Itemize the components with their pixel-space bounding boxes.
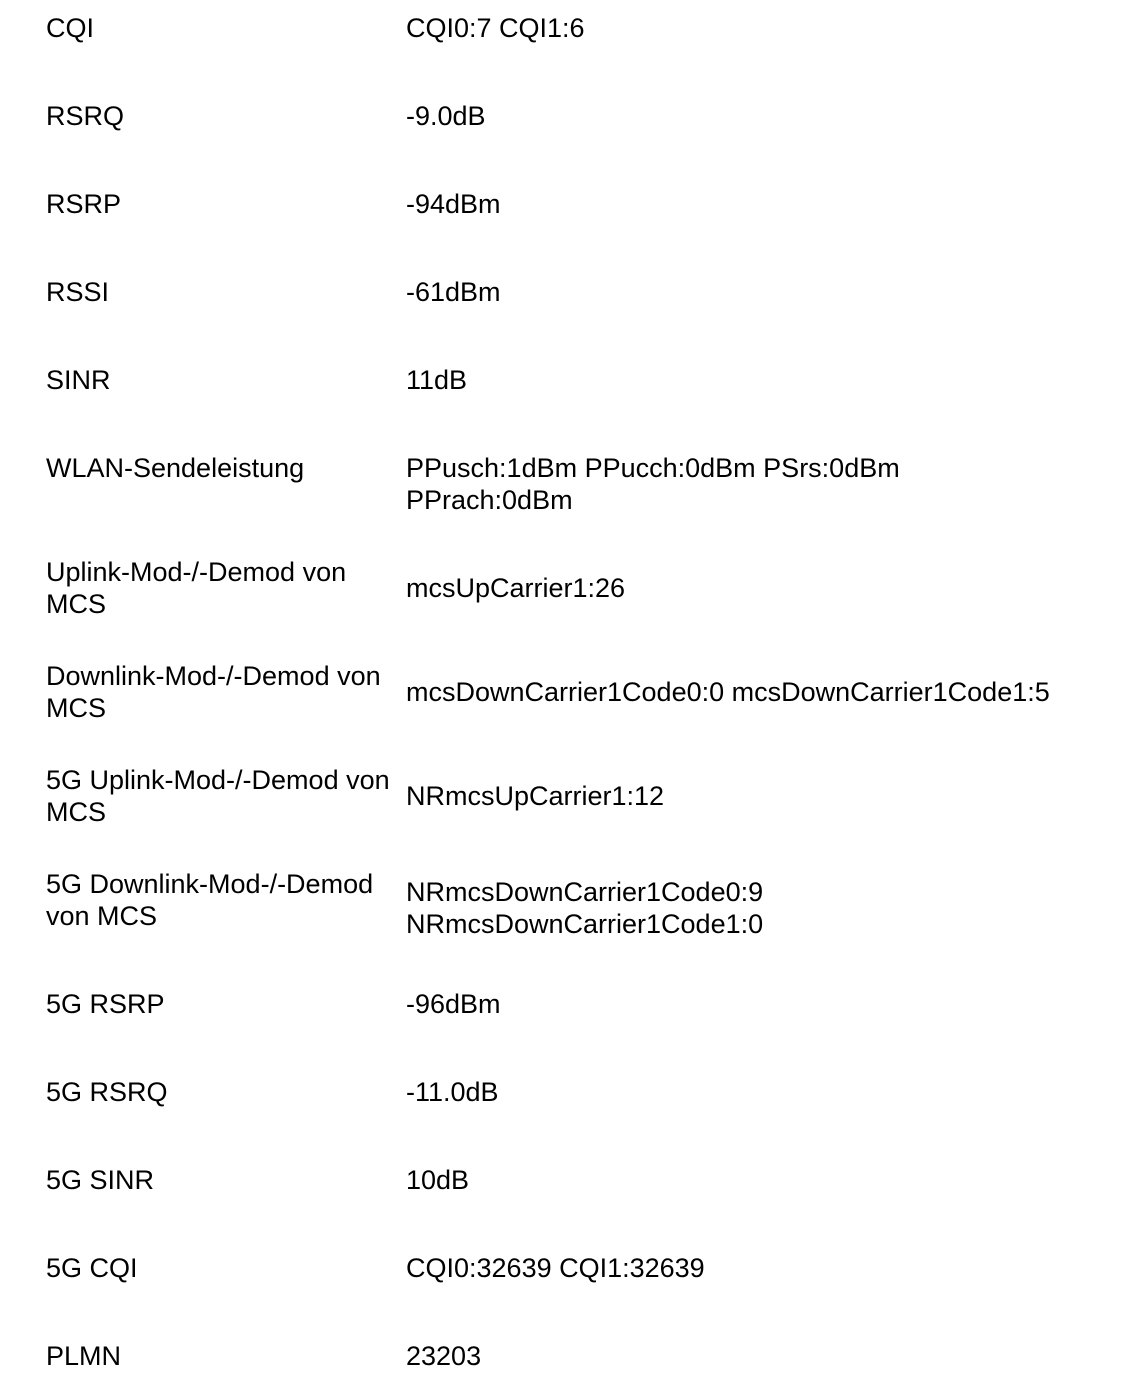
row-label: Uplink-Mod-/-Demod von MCS (46, 557, 347, 619)
row-label: 5G RSRQ (46, 1077, 168, 1107)
row-value: CQI0:7 CQI1:6 (406, 12, 1106, 44)
row-value: mcsDownCarrier1Code0:0 mcsDownCarrier1Co… (406, 676, 1106, 708)
value-line: mcsUpCarrier1:26 (406, 573, 626, 603)
row-value: 23203 (406, 1340, 1106, 1372)
row-label: PLMN (46, 1341, 122, 1371)
table-row: WLAN-Sendeleistung PPusch:1dBm PPucch:0d… (46, 452, 1106, 516)
signal-info-table: CQI CQI0:7 CQI1:6 RSRQ -9.0dB RSRP -94dB… (46, 12, 1106, 1372)
row-label: 5G Downlink-Mod-/-Demod von MCS (46, 869, 374, 931)
row-value: NRmcsDownCarrier1Code0:9 NRmcsDownCarrier… (406, 876, 1106, 940)
value-line: mcsDownCarrier1Code0:0 mcsDownCarrier1Co… (406, 677, 1050, 707)
row-label: RSRQ (46, 101, 125, 131)
value-line: NRmcsDownCarrier1Code0:9 (406, 877, 764, 907)
row-label: 5G CQI (46, 1253, 138, 1283)
row-value: -11.0dB (406, 1076, 1106, 1108)
value-line: -61dBm (406, 277, 501, 307)
value-line: -11.0dB (406, 1077, 499, 1107)
table-row: 5G CQI CQI0:32639 CQI1:32639 (46, 1252, 1106, 1284)
value-line: -94dBm (406, 189, 501, 219)
table-row: 5G Downlink-Mod-/-Demod von MCS NRmcsDow… (46, 868, 1106, 948)
value-line: CQI0:7 CQI1:6 (406, 13, 585, 43)
value-line: NRmcsUpCarrier1:12 (406, 781, 665, 811)
row-value: -9.0dB (406, 100, 1106, 132)
value-line: PPusch:1dBm PPucch:0dBm PSrs:0dBm (406, 453, 900, 483)
row-value: -96dBm (406, 988, 1106, 1020)
table-row: 5G Uplink-Mod-/-Demod von MCS NRmcsUpCar… (46, 764, 1106, 828)
table-row: SINR 11dB (46, 364, 1106, 396)
value-line: 11dB (406, 365, 468, 395)
row-value: PPusch:1dBm PPucch:0dBm PSrs:0dBm PPrach:… (406, 452, 1106, 516)
table-row: Uplink-Mod-/-Demod von MCS mcsUpCarrier1… (46, 556, 1106, 620)
row-label: 5G Uplink-Mod-/-Demod von MCS (46, 765, 390, 827)
value-line: 10dB (406, 1165, 470, 1195)
row-value: 11dB (406, 364, 1106, 396)
row-value: -94dBm (406, 188, 1106, 220)
table-row: Downlink-Mod-/-Demod von MCS mcsDownCarr… (46, 660, 1106, 724)
table-row: PLMN 23203 (46, 1340, 1106, 1372)
row-label: CQI (46, 13, 95, 43)
row-value: NRmcsUpCarrier1:12 (406, 780, 1106, 812)
table-row: RSSI -61dBm (46, 276, 1106, 308)
value-line: PPrach:0dBm (406, 485, 573, 515)
row-label: RSSI (46, 277, 110, 307)
row-label: 5G RSRP (46, 989, 165, 1019)
row-label: RSRP (46, 189, 122, 219)
row-label: WLAN-Sendeleistung (46, 453, 305, 483)
row-label: 5G SINR (46, 1165, 155, 1195)
value-line: 23203 (406, 1341, 482, 1371)
value-line: -96dBm (406, 989, 501, 1019)
table-row: 5G SINR 10dB (46, 1164, 1106, 1196)
row-value: -61dBm (406, 276, 1106, 308)
row-value: 10dB (406, 1164, 1106, 1196)
table-row: 5G RSRQ -11.0dB (46, 1076, 1106, 1108)
value-line: CQI0:32639 CQI1:32639 (406, 1253, 705, 1283)
row-value: CQI0:32639 CQI1:32639 (406, 1252, 1106, 1284)
table-row: RSRQ -9.0dB (46, 100, 1106, 132)
row-label: SINR (46, 365, 111, 395)
table-row: RSRP -94dBm (46, 188, 1106, 220)
table-row: 5G RSRP -96dBm (46, 988, 1106, 1020)
table-row: CQI CQI0:7 CQI1:6 (46, 12, 1106, 44)
row-value: mcsUpCarrier1:26 (406, 572, 1106, 604)
row-label: Downlink-Mod-/-Demod von MCS (46, 661, 381, 723)
value-line: -9.0dB (406, 101, 486, 131)
value-line: NRmcsDownCarrier1Code1:0 (406, 909, 764, 939)
